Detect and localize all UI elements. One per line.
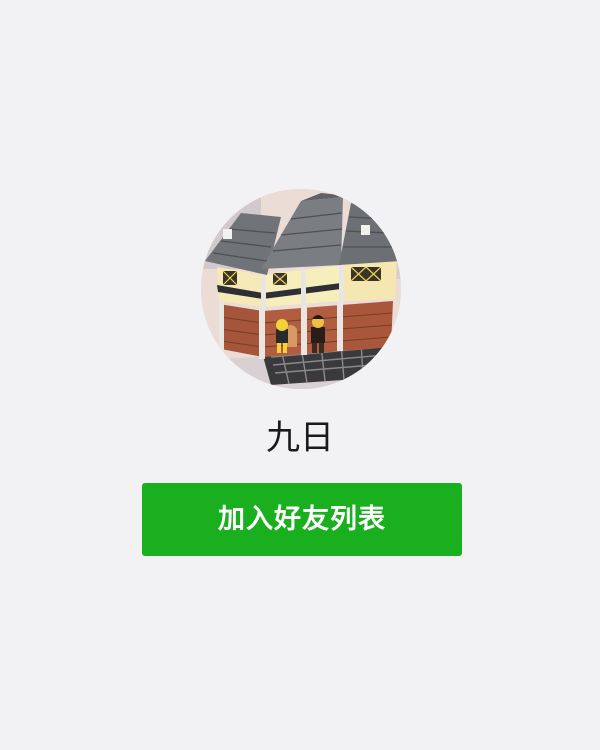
- lego-house-avatar-image: [201, 189, 401, 389]
- add-friend-button[interactable]: 加入好友列表: [142, 483, 462, 556]
- profile-name: 九日: [266, 418, 334, 458]
- profile-avatar: [201, 189, 401, 389]
